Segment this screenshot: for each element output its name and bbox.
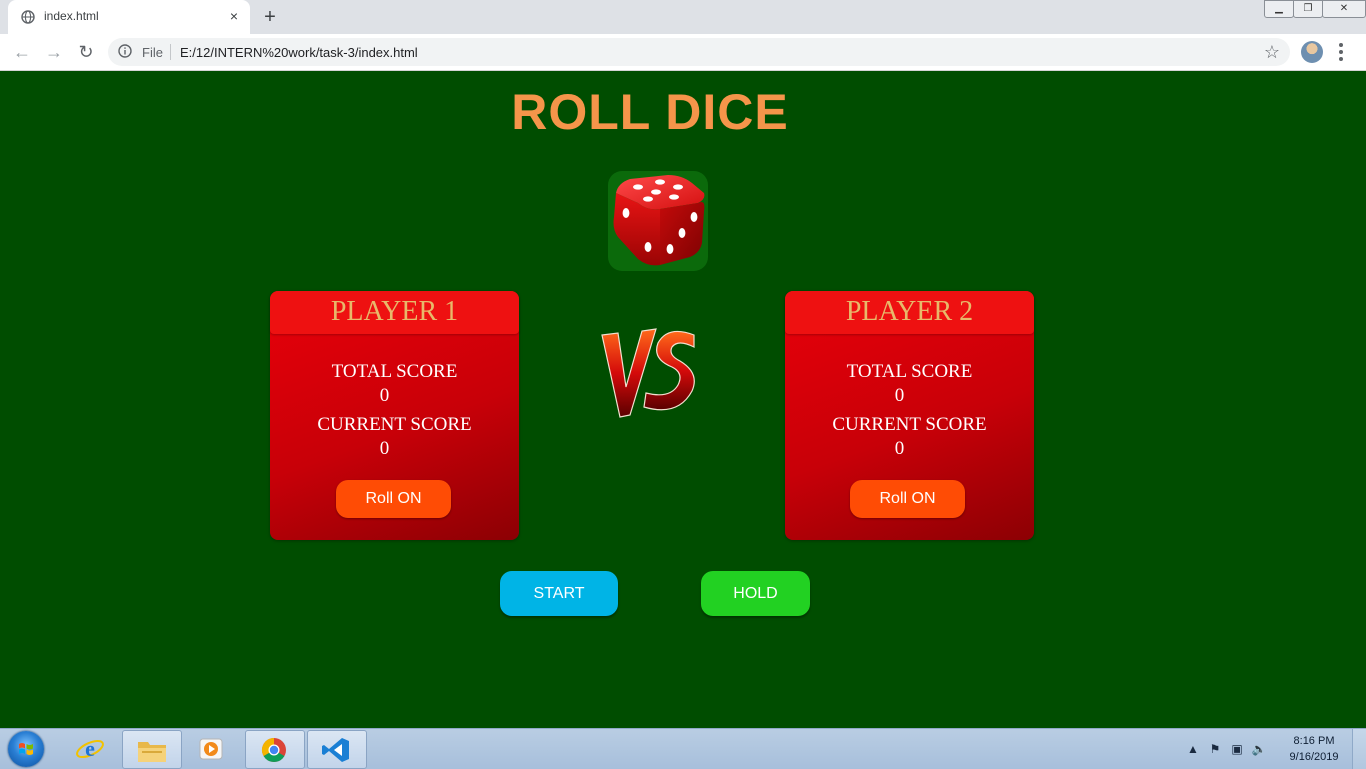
player-2-total-label: TOTAL SCORE — [846, 361, 973, 382]
svg-text:e: e — [85, 736, 95, 761]
address-separator — [170, 44, 171, 60]
clock-time: 8:16 PM — [1293, 735, 1335, 747]
info-icon[interactable] — [118, 44, 132, 58]
internet-explorer-icon[interactable]: e — [62, 730, 120, 767]
player-2-header: PLAYER 2 — [785, 291, 1034, 334]
close-window-button[interactable]: ✕ — [1322, 0, 1366, 18]
volume-icon[interactable]: 🔈 — [1251, 742, 1267, 756]
vscode-icon[interactable] — [307, 730, 367, 769]
windows-flag-icon — [19, 743, 33, 755]
menu-dots-icon[interactable] — [1338, 42, 1344, 62]
window-controls: ▁ ❐ ✕ — [1264, 0, 1366, 18]
address-bar[interactable]: File E:/12/INTERN%20work/task-3/index.ht… — [108, 38, 1290, 66]
tab-close-icon[interactable]: × — [224, 6, 244, 26]
vs-icon — [601, 328, 695, 418]
file-explorer-icon[interactable] — [122, 730, 182, 769]
forward-arrow-icon[interactable]: → — [42, 40, 66, 64]
dice-icon — [613, 175, 705, 266]
page-title: ROLL DICE — [511, 84, 789, 140]
page-content: ROLL DICE PLAYER 1 TOTAL SCORE 0 CURRENT… — [0, 71, 1366, 728]
show-desktop-button[interactable] — [1352, 729, 1366, 769]
restore-button[interactable]: ❐ — [1293, 0, 1323, 18]
bookmark-star-icon[interactable]: ☆ — [1264, 41, 1280, 63]
vs-graphic — [598, 321, 702, 421]
new-tab-button[interactable]: + — [258, 5, 282, 29]
player-2-roll-button[interactable]: Roll ON — [850, 480, 965, 518]
player-1-total-label: TOTAL SCORE — [331, 361, 458, 382]
player-1-total-score: 0 — [379, 385, 390, 406]
browser-tabstrip: index.html × + ▁ ❐ ✕ — [0, 0, 1366, 34]
clock-date: 9/16/2019 — [1289, 751, 1339, 763]
player-2-card: PLAYER 2 TOTAL SCORE 0 CURRENT SCORE 0 R… — [785, 291, 1034, 540]
media-player-icon[interactable] — [183, 730, 241, 767]
system-tray: ▲ ⚑ ▣ 🔈 — [1185, 739, 1267, 759]
player-2-current-label: CURRENT SCORE — [832, 414, 987, 435]
tab-title: index.html — [44, 9, 99, 23]
player-2-name: PLAYER 2 — [845, 296, 974, 327]
start-button[interactable]: START — [500, 571, 618, 616]
chrome-icon[interactable] — [245, 730, 305, 769]
player-1-current-label: CURRENT SCORE — [317, 414, 472, 435]
action-center-flag-icon[interactable]: ⚑ — [1207, 742, 1223, 756]
browser-toolbar: ← → ↻ File E:/12/INTERN%20work/task-3/in… — [0, 34, 1366, 71]
player-2-current-score: 0 — [894, 438, 905, 459]
start-menu-button[interactable] — [8, 731, 44, 767]
player-1-card: PLAYER 1 TOTAL SCORE 0 CURRENT SCORE 0 R… — [270, 291, 519, 540]
dice-image — [608, 171, 708, 271]
globe-icon — [21, 10, 35, 24]
back-arrow-icon[interactable]: ← — [10, 40, 34, 64]
reload-icon[interactable]: ↻ — [74, 40, 98, 64]
player-1-header: PLAYER 1 — [270, 291, 519, 334]
taskbar-clock[interactable]: 8:16 PM 9/16/2019 — [1282, 733, 1346, 765]
hold-button[interactable]: HOLD — [701, 571, 810, 616]
browser-tab[interactable]: index.html × — [8, 0, 250, 34]
player-1-roll-button[interactable]: Roll ON — [336, 480, 451, 518]
player-2-total-score: 0 — [894, 385, 905, 406]
profile-avatar[interactable] — [1301, 41, 1323, 63]
tray-expand-icon[interactable]: ▲ — [1185, 742, 1201, 756]
taskbar: e ▲ ⚑ ▣ 🔈 8:16 PM 9/16/2019 — [0, 728, 1366, 769]
network-icon[interactable]: ▣ — [1229, 742, 1245, 756]
player-1-current-score: 0 — [379, 438, 390, 459]
minimize-button[interactable]: ▁ — [1264, 0, 1294, 18]
scheme-label: File — [142, 45, 163, 60]
player-1-name: PLAYER 1 — [330, 296, 459, 327]
address-url[interactable]: E:/12/INTERN%20work/task-3/index.html — [180, 45, 418, 60]
